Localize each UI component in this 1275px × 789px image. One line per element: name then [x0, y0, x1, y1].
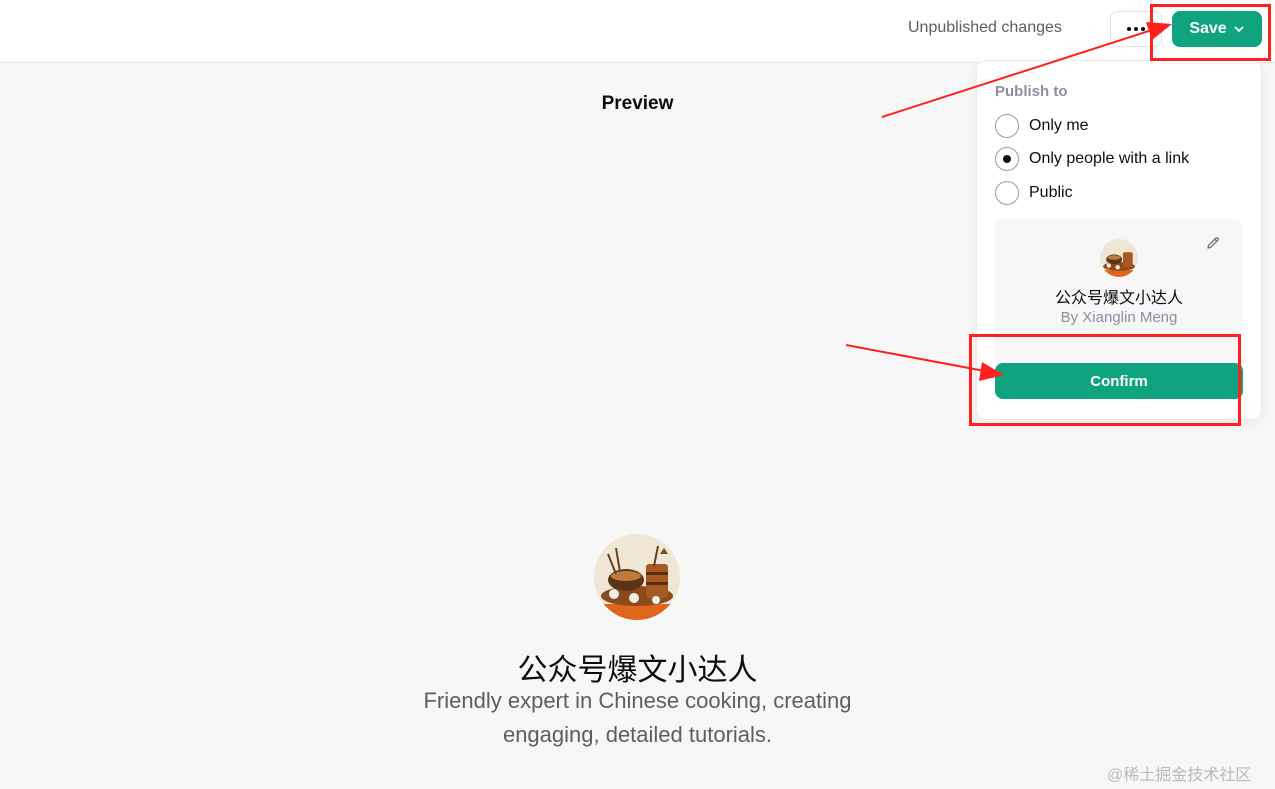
- unpublished-status: Unpublished changes: [908, 19, 1062, 36]
- option-label: Public: [1029, 184, 1073, 201]
- card-name: 公众号爆文小达人: [1054, 290, 1183, 307]
- preview-title: Preview: [601, 93, 674, 114]
- top-bar: Unpublished changes Save: [0, 0, 1275, 63]
- option-only-me[interactable]: Only me: [995, 113, 1089, 139]
- save-highlight-box: [1150, 4, 1271, 61]
- gpt-avatar: [594, 534, 680, 620]
- pencil-icon[interactable]: [1205, 235, 1221, 251]
- option-public[interactable]: Public: [995, 180, 1073, 206]
- publish-to-label: Publish to: [995, 83, 1068, 100]
- watermark: @稀土掘金技术社区: [1107, 767, 1252, 784]
- more-horizontal-icon: [1127, 27, 1145, 31]
- card-avatar: [1100, 239, 1138, 277]
- gpt-name: 公众号爆文小达人: [517, 654, 758, 687]
- confirm-highlight-box: [969, 334, 1241, 426]
- radio-public[interactable]: [995, 181, 1019, 205]
- option-link[interactable]: Only people with a link: [995, 146, 1189, 172]
- radio-link[interactable]: [995, 147, 1019, 171]
- option-label: Only people with a link: [1029, 150, 1190, 167]
- card-author: By Xianglin Meng: [1060, 309, 1178, 326]
- option-label: Only me: [1029, 117, 1089, 134]
- gpt-description: Friendly expert in Chinese cooking, crea…: [423, 688, 852, 747]
- radio-only-me[interactable]: [995, 114, 1019, 138]
